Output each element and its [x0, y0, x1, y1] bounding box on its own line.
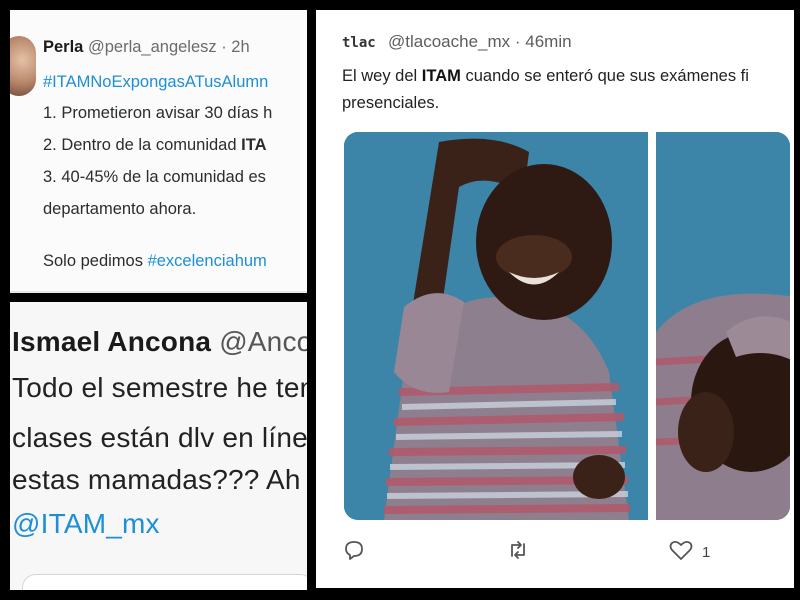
like-button[interactable]: 1	[668, 538, 728, 568]
tweet-text-fragment: 2. Dentro de la comunidad	[43, 136, 242, 154]
tweet-text-bold: ITA	[241, 136, 267, 154]
tweet-text-line: departamento ahora.	[43, 200, 197, 218]
retweet-icon	[511, 541, 525, 559]
mention-link[interactable]: @ITAM_mx	[12, 508, 160, 540]
hashtag-link[interactable]: #ITAMNoExpongasATusAlumn	[43, 73, 268, 92]
boy-closeup-illustration	[655, 132, 790, 520]
tweet-actions: 1	[316, 538, 794, 568]
tweet-text-line: 1. Prometieron avisar 30 días h	[43, 104, 273, 122]
tweet-text-line: Todo el semestre he ten	[12, 372, 307, 403]
display-name[interactable]: Perla	[43, 38, 83, 56]
hashtag-link[interactable]: #excelenciahum	[148, 252, 267, 270]
edge-fade	[277, 10, 307, 293]
reply-button[interactable]	[342, 538, 372, 568]
tweet-text-line: 2. Dentro de la comunidad ITA	[43, 136, 266, 155]
tweet-text-fragment: Solo pedimos	[43, 252, 148, 270]
crying-boy-photo-right[interactable]	[655, 132, 790, 520]
tweet-text-line: 3. 40-45% de la comunidad es	[43, 168, 266, 186]
reply-icon	[345, 541, 363, 560]
avatar[interactable]: tlac	[342, 30, 382, 56]
tweet-text-line: clases están dlv en línea	[12, 422, 307, 453]
tweet-header: Ismael Ancona @Anco	[12, 326, 307, 358]
avatar[interactable]	[10, 36, 36, 96]
tweet-text-fragment: cuando se enteró que sus exámenes fi	[460, 67, 749, 85]
media-gallery[interactable]	[344, 132, 790, 520]
handle-time: @perla_angelesz · 2h	[87, 38, 250, 56]
handle-time[interactable]: @tlacoache_mx · 46min	[388, 32, 572, 52]
tweet-text-line: El wey del ITAM cuando se enteró que sus…	[342, 67, 749, 86]
tweet-text-line: estas mamadas??? Ah y	[12, 464, 307, 495]
tweet-text-bold: ITAM	[421, 67, 461, 85]
boy-illustration	[344, 132, 648, 520]
tweet-text-line: Solo pedimos #excelenciahum	[43, 252, 267, 271]
display-name[interactable]: Ismael Ancona	[12, 326, 211, 357]
quoted-card[interactable]	[22, 574, 307, 590]
tweet-header: Perla @perla_angelesz · 2h	[43, 38, 250, 57]
handle: @Anco	[219, 326, 307, 357]
heart-icon	[669, 540, 693, 560]
divider	[10, 291, 307, 293]
like-count: 1	[702, 544, 711, 561]
tweet-text-line: presenciales.	[342, 94, 440, 112]
tweet-tlacoache[interactable]: tlac @tlacoache_mx · 46min El wey del IT…	[316, 10, 794, 588]
tweet-text-fragment: El wey del	[342, 67, 422, 85]
tweet-ismael[interactable]: Ismael Ancona @Anco Todo el semestre he …	[10, 302, 307, 590]
retweet-button[interactable]	[506, 538, 536, 568]
crying-boy-photo-left[interactable]	[344, 132, 648, 520]
tweet-perla[interactable]: Perla @perla_angelesz · 2h #ITAMNoExpong…	[10, 10, 307, 293]
